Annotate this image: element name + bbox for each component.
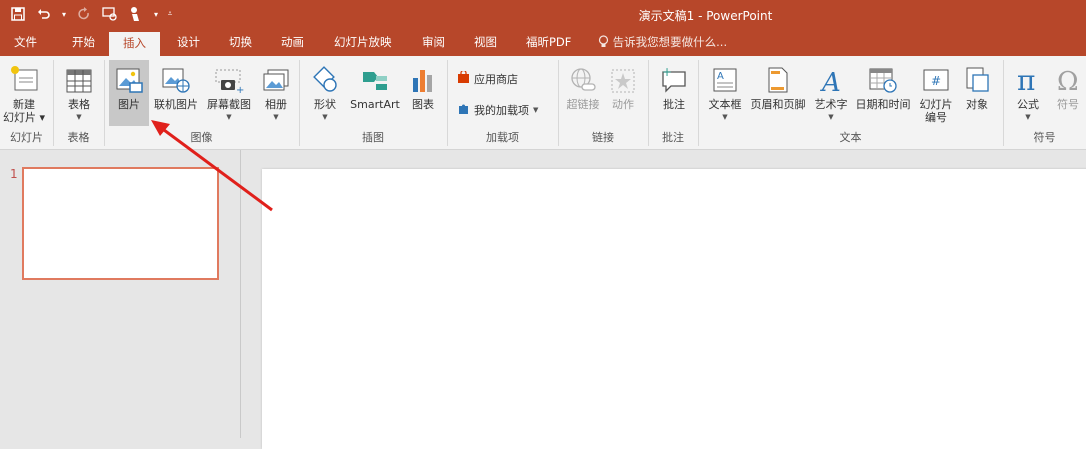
annotation-arrow — [151, 120, 273, 212]
